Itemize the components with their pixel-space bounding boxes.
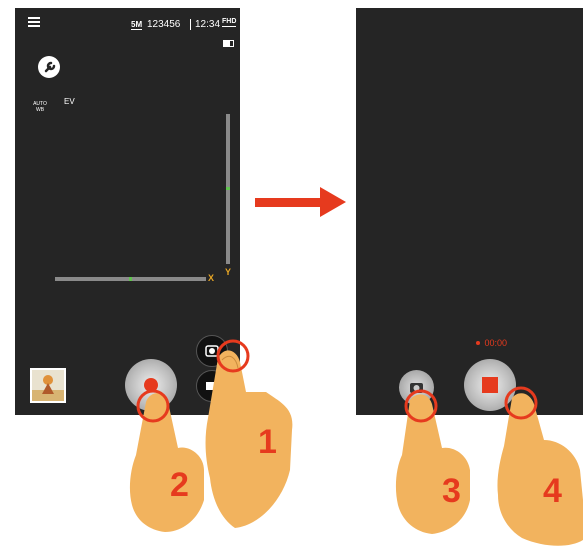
stop-square-icon [482, 377, 498, 393]
camera-icon [410, 383, 423, 393]
settings-button[interactable] [38, 56, 60, 78]
shots-remaining: 123456 [147, 19, 181, 30]
recording-dot [476, 340, 480, 345]
snapshot-button[interactable] [399, 370, 434, 405]
camera-mode-button[interactable] [196, 335, 228, 367]
x-axis-slider[interactable] [55, 277, 206, 281]
video-quality-indicator: FHD [222, 18, 237, 27]
wb-label: WB [35, 107, 45, 113]
video-mode-button[interactable] [196, 370, 228, 402]
recording-indicator: 00:00 [476, 334, 507, 352]
camera-mode-icon [205, 345, 219, 357]
step-4-label: 4 [543, 472, 562, 510]
step-3-label: 3 [442, 472, 461, 510]
y-slider-marker[interactable] [226, 187, 230, 190]
y-axis-label: Y [225, 267, 232, 277]
hand-4-icon [497, 393, 583, 546]
photo-thumbnail-image [32, 370, 64, 401]
battery-icon [223, 40, 234, 47]
hand-3-icon [395, 394, 470, 534]
stop-recording-button[interactable] [464, 359, 516, 411]
shutter-button[interactable] [125, 359, 177, 411]
record-dot [144, 378, 158, 392]
video-mode-icon [206, 382, 219, 390]
wrench-icon [44, 61, 56, 73]
step-1-label: 1 [258, 423, 277, 461]
x-axis-label: X [208, 273, 215, 283]
recording-time: 00:00 [484, 337, 507, 348]
clock: 12:34 [195, 19, 221, 30]
white-balance-button[interactable]: AUTO WB [32, 101, 48, 113]
step-2-label: 2 [170, 466, 189, 504]
gallery-thumbnail[interactable] [30, 368, 66, 403]
camera-screen-recording: 00:00 [356, 8, 583, 415]
ev-button[interactable]: EV [64, 97, 75, 106]
x-slider-marker[interactable] [129, 277, 132, 281]
y-axis-slider[interactable] [226, 114, 230, 264]
resolution-indicator: 5M [131, 20, 143, 30]
menu-icon[interactable] [28, 17, 40, 28]
camera-screen-photo: 5M 123456 12:34 FHD AUTO WB EV Y X [15, 8, 240, 415]
status-divider [190, 19, 191, 30]
